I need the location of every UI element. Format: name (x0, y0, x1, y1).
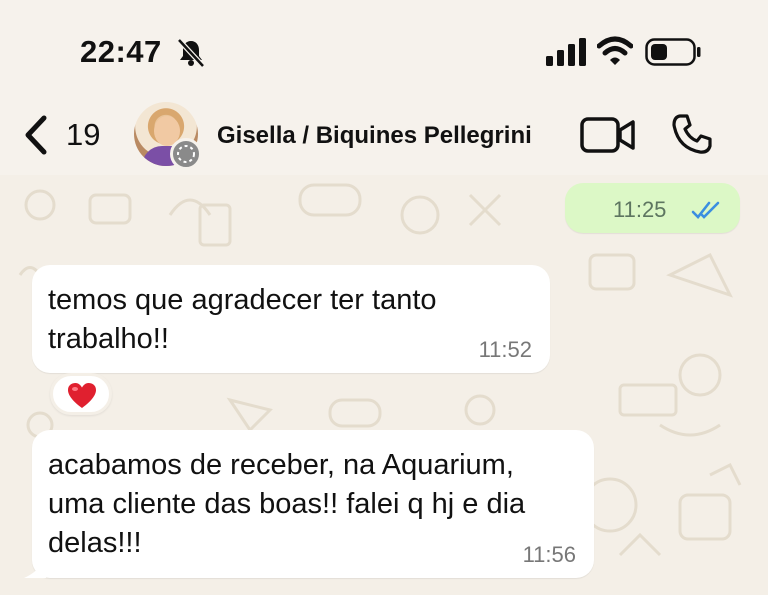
message-time: 11:56 (522, 542, 576, 567)
bubble-tail (24, 558, 46, 578)
battery-icon (645, 38, 701, 66)
message-time: 11:25 (613, 197, 667, 222)
message-text: acabamos de receber, na Aquarium, uma cl… (48, 449, 526, 559)
double-check-icon (691, 201, 720, 219)
chat-area[interactable]: 11:25 temos que agradecer ter tanto trab… (0, 175, 768, 595)
contact-name[interactable]: Gisella / Biquines Pellegrini (217, 122, 532, 150)
back-unread-count[interactable]: 19 (66, 117, 100, 153)
bell-slash-icon (177, 38, 205, 68)
incoming-message-bubble[interactable]: temos que agradecer ter tanto trabalho!!… (32, 265, 550, 373)
phone-icon[interactable] (670, 112, 714, 156)
status-time: 22:47 (80, 34, 162, 69)
chevron-left-icon[interactable] (22, 114, 50, 156)
video-call-icon[interactable] (580, 116, 636, 154)
status-update-icon (170, 138, 202, 170)
wifi-icon (597, 36, 633, 65)
message-time: 11:52 (478, 337, 532, 362)
reaction-badge[interactable] (50, 373, 112, 415)
chat-header: 19 Gisella / Biquines Pellegrini (0, 100, 768, 175)
cellular-signal-icon (546, 38, 586, 66)
status-bar: 22:47 (0, 0, 768, 100)
message-text: temos que agradecer ter tanto trabalho!! (48, 284, 437, 355)
heart-icon (68, 383, 96, 408)
incoming-message-bubble[interactable]: acabamos de receber, na Aquarium, uma cl… (24, 430, 594, 578)
outgoing-message-bubble[interactable]: 11:25 (565, 183, 740, 233)
